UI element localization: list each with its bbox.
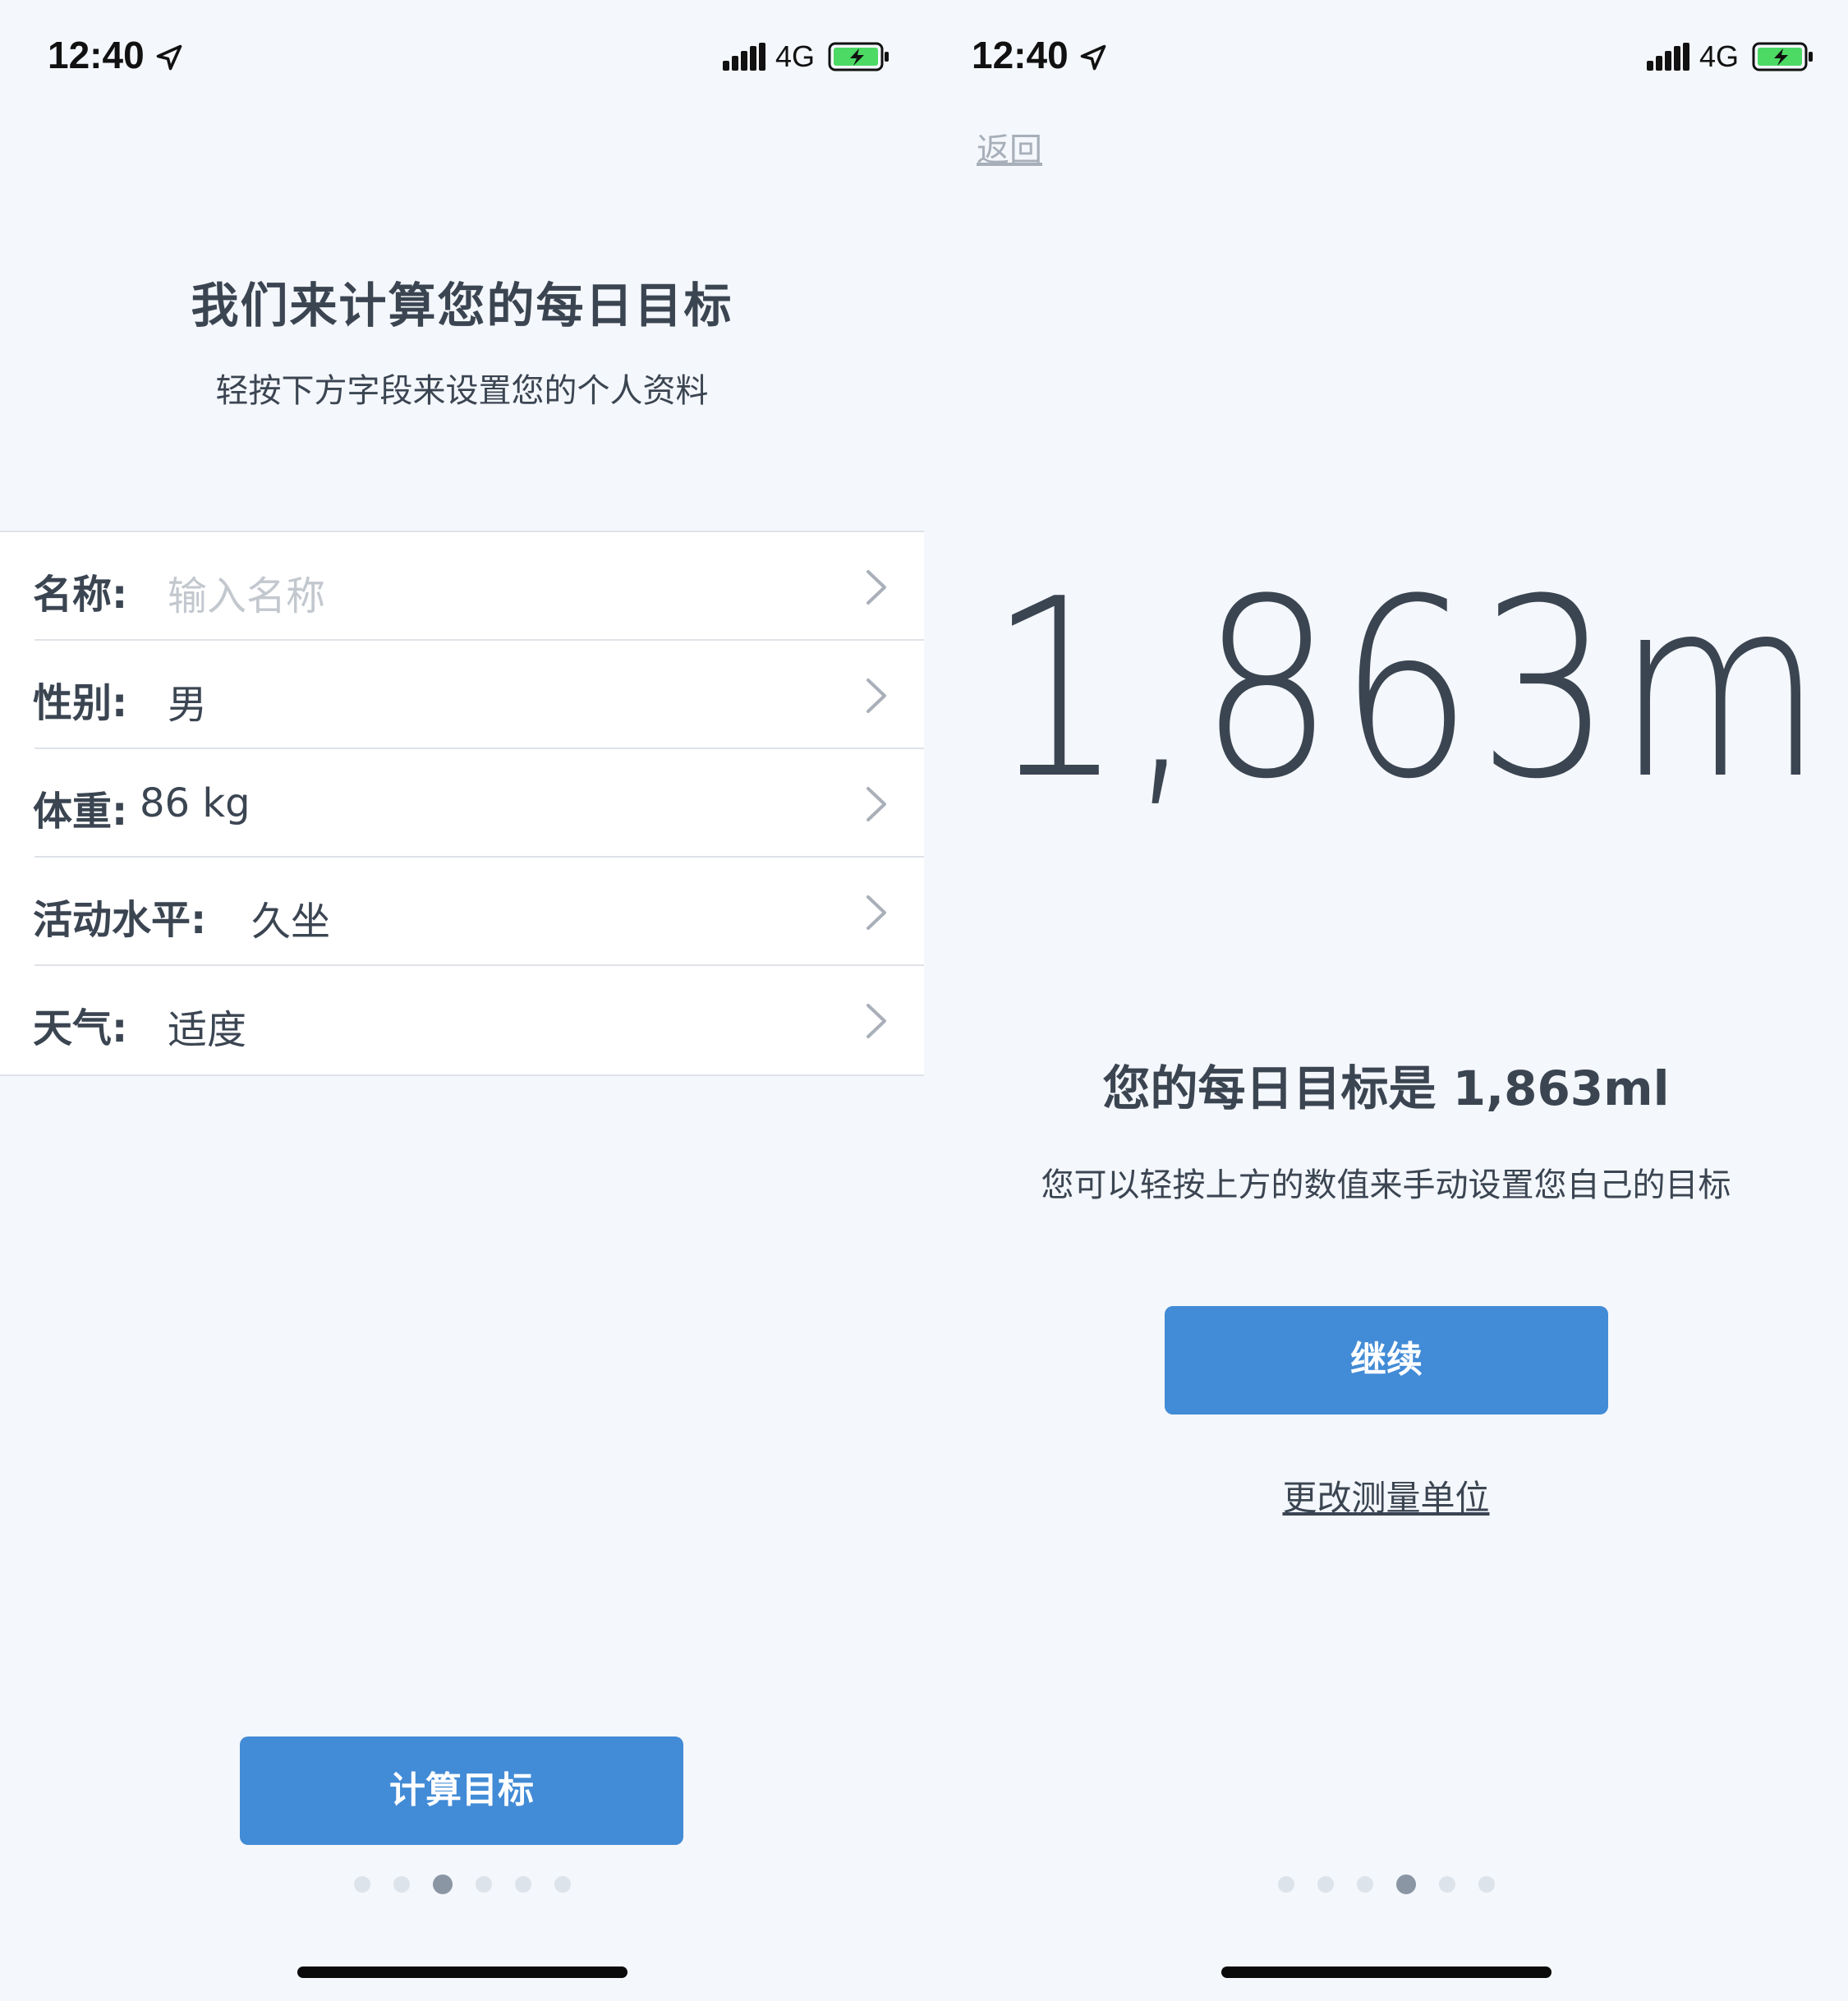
- back-link[interactable]: 返回: [977, 123, 1042, 171]
- battery-charging-icon: [828, 42, 889, 71]
- status-bar: 12:40 4G: [924, 0, 1848, 115]
- page-title: 我们来计算您的每日目标: [191, 278, 733, 334]
- chevron-right-icon: [867, 570, 886, 605]
- page-dot[interactable]: [353, 1876, 370, 1893]
- continue-button[interactable]: 继续: [1165, 1306, 1608, 1414]
- page-dot[interactable]: [1478, 1876, 1495, 1893]
- row-value: 久坐: [251, 899, 331, 945]
- row-value: 适度: [168, 1007, 247, 1053]
- page-indicator: [924, 1874, 1848, 1894]
- page-dot[interactable]: [1356, 1876, 1373, 1893]
- page-dot[interactable]: [1438, 1876, 1455, 1893]
- goal-hint: 您可以轻按上方的数值来手动设置您自己的目标: [1041, 1166, 1731, 1204]
- page-dot-active[interactable]: [432, 1874, 453, 1894]
- page-indicator: [0, 1874, 924, 1894]
- home-indicator[interactable]: [1221, 1966, 1551, 1978]
- page-dot[interactable]: [1277, 1876, 1294, 1893]
- activity-row[interactable]: 活动水平: 久坐: [0, 858, 924, 966]
- chevron-right-icon: [867, 678, 886, 713]
- weight-row[interactable]: 体重: 86 kg: [0, 749, 924, 858]
- battery-charging-icon: [1752, 42, 1813, 71]
- row-value: 86 kg: [140, 780, 251, 826]
- status-bar: 12:40 4G: [0, 0, 924, 115]
- gender-row[interactable]: 性别: 男: [0, 641, 924, 749]
- row-label: 体重:: [33, 789, 128, 835]
- network-label: 4G: [775, 39, 816, 73]
- page-dot[interactable]: [475, 1876, 492, 1893]
- profile-screen: 12:40 4G 我们来计算您的每日目标 轻按下方字段来设置您的个人资料 名称:…: [0, 0, 924, 2001]
- row-label: 性别:: [33, 680, 128, 726]
- name-row[interactable]: 名称: 输入名称: [0, 532, 924, 641]
- profile-form: 名称: 输入名称 性别: 男 体重: 86 kg 活动水平: 久坐 天气: 适度: [0, 531, 924, 1076]
- page-dot[interactable]: [514, 1876, 531, 1893]
- location-arrow-icon: [1080, 44, 1106, 71]
- page-subtitle: 轻按下方字段来设置您的个人资料: [215, 372, 709, 410]
- row-label: 活动水平:: [33, 897, 207, 943]
- goal-heading: 您的每日目标是 1,863ml: [1102, 1060, 1670, 1116]
- network-label: 4G: [1699, 39, 1740, 73]
- calculate-goal-button[interactable]: 计算目标: [240, 1736, 683, 1845]
- page-dot-active[interactable]: [1395, 1874, 1416, 1894]
- status-time: 12:40: [48, 34, 145, 76]
- name-input[interactable]: 输入名称: [168, 564, 325, 621]
- row-value: 男: [168, 682, 208, 728]
- status-time: 12:40: [972, 34, 1069, 76]
- location-arrow-icon: [156, 44, 182, 71]
- weather-row[interactable]: 天气: 适度: [0, 966, 924, 1074]
- page-dot[interactable]: [1317, 1876, 1334, 1893]
- page-dot[interactable]: [554, 1876, 571, 1893]
- home-indicator[interactable]: [297, 1966, 627, 1978]
- goal-result-screen: 12:40 4G 返回 1,863ml 您的每日目标是 1,863ml 您可以轻…: [924, 0, 1848, 2001]
- row-label: 天气:: [33, 1005, 128, 1051]
- chevron-right-icon: [867, 787, 886, 821]
- signal-icon: [1647, 43, 1689, 71]
- chevron-right-icon: [867, 1004, 886, 1038]
- row-label: 名称:: [33, 572, 128, 618]
- change-units-link[interactable]: 更改测量单位: [924, 1470, 1848, 1520]
- daily-goal-value[interactable]: 1,863ml: [989, 567, 1848, 813]
- page-dot[interactable]: [393, 1876, 410, 1893]
- chevron-right-icon: [867, 895, 886, 930]
- signal-icon: [723, 43, 765, 71]
